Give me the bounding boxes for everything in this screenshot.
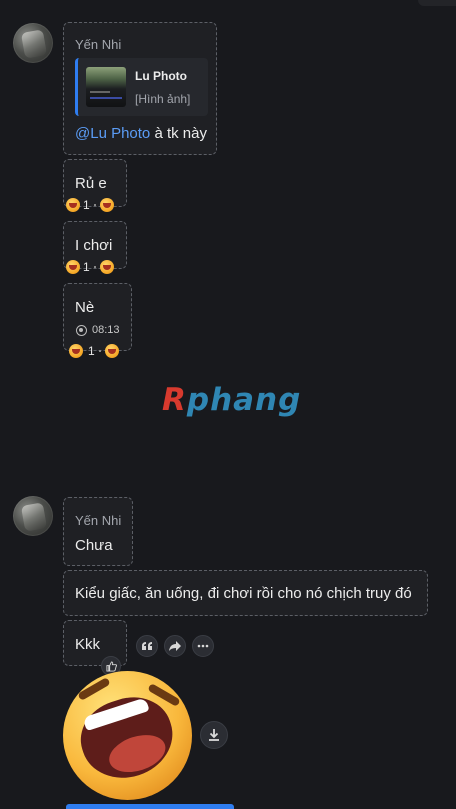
sender-name: Yến Nhi bbox=[75, 513, 122, 528]
quoted-image-thumbnail bbox=[86, 67, 126, 107]
thumbs-up-icon bbox=[105, 660, 117, 672]
message-text: Chưa bbox=[75, 537, 113, 554]
watermark-logo: Rphang bbox=[162, 382, 302, 418]
message-bubble-quote[interactable]: Yến Nhi Lu Photo [Hình ảnh] @Lu Photo à … bbox=[63, 22, 217, 155]
message-text: Rủ e bbox=[75, 175, 107, 192]
quote-icon bbox=[142, 642, 152, 650]
download-icon bbox=[209, 729, 219, 741]
sender-name: Yến Nhi bbox=[75, 37, 122, 52]
bottom-highlight bbox=[66, 804, 234, 809]
more-options-button[interactable] bbox=[192, 635, 214, 657]
message-bubble[interactable]: Nè 08:13 bbox=[63, 283, 132, 351]
reaction-summary[interactable]: 1 bbox=[69, 344, 119, 358]
mention-link[interactable]: @Lu Photo bbox=[75, 125, 150, 142]
message-suffix: à tk này bbox=[150, 125, 207, 142]
quote-reply-button[interactable] bbox=[136, 635, 158, 657]
laugh-emoji-icon[interactable] bbox=[104, 344, 119, 358]
laugh-emoji-icon bbox=[66, 260, 80, 274]
laugh-emoji-icon bbox=[69, 344, 83, 358]
quoted-subtitle: [Hình ảnh] bbox=[135, 92, 191, 106]
message-text: Kiểu giấc, ăn uống, đi chơi rồi cho nó c… bbox=[75, 585, 412, 602]
forward-icon bbox=[169, 641, 181, 651]
time-label: 08:13 bbox=[92, 324, 120, 336]
message-text: I chơi bbox=[75, 237, 113, 254]
reaction-summary[interactable]: 1 bbox=[66, 260, 114, 274]
reaction-count: 1 bbox=[83, 260, 90, 274]
clock-icon bbox=[76, 324, 87, 336]
message-bubble[interactable]: Yến Nhi Chưa bbox=[63, 497, 133, 566]
laughing-sticker[interactable] bbox=[63, 671, 192, 800]
more-icon bbox=[197, 644, 209, 648]
top-right-edge bbox=[418, 0, 456, 6]
separator-dot bbox=[93, 204, 96, 206]
laugh-emoji-icon bbox=[66, 198, 80, 212]
avatar[interactable] bbox=[13, 496, 53, 536]
reaction-count: 1 bbox=[88, 344, 95, 358]
laugh-emoji-icon[interactable] bbox=[99, 198, 114, 212]
quoted-title: Lu Photo bbox=[135, 69, 187, 83]
separator-dot bbox=[93, 266, 96, 268]
avatar[interactable] bbox=[13, 23, 53, 63]
message-text: @Lu Photo à tk này bbox=[75, 125, 207, 142]
forward-button[interactable] bbox=[164, 635, 186, 657]
message-time: 08:13 bbox=[76, 324, 120, 336]
download-button[interactable] bbox=[200, 721, 228, 749]
message-text: Nè bbox=[75, 299, 95, 316]
message-text: Kkk bbox=[75, 636, 101, 653]
quoted-message[interactable]: Lu Photo [Hình ảnh] bbox=[75, 58, 208, 116]
reaction-count: 1 bbox=[83, 198, 90, 212]
laugh-emoji-icon[interactable] bbox=[99, 260, 114, 274]
message-bubble[interactable]: Kiểu giấc, ăn uống, đi chơi rồi cho nó c… bbox=[63, 570, 428, 616]
reaction-summary[interactable]: 1 bbox=[66, 198, 114, 212]
separator-dot bbox=[98, 350, 101, 352]
